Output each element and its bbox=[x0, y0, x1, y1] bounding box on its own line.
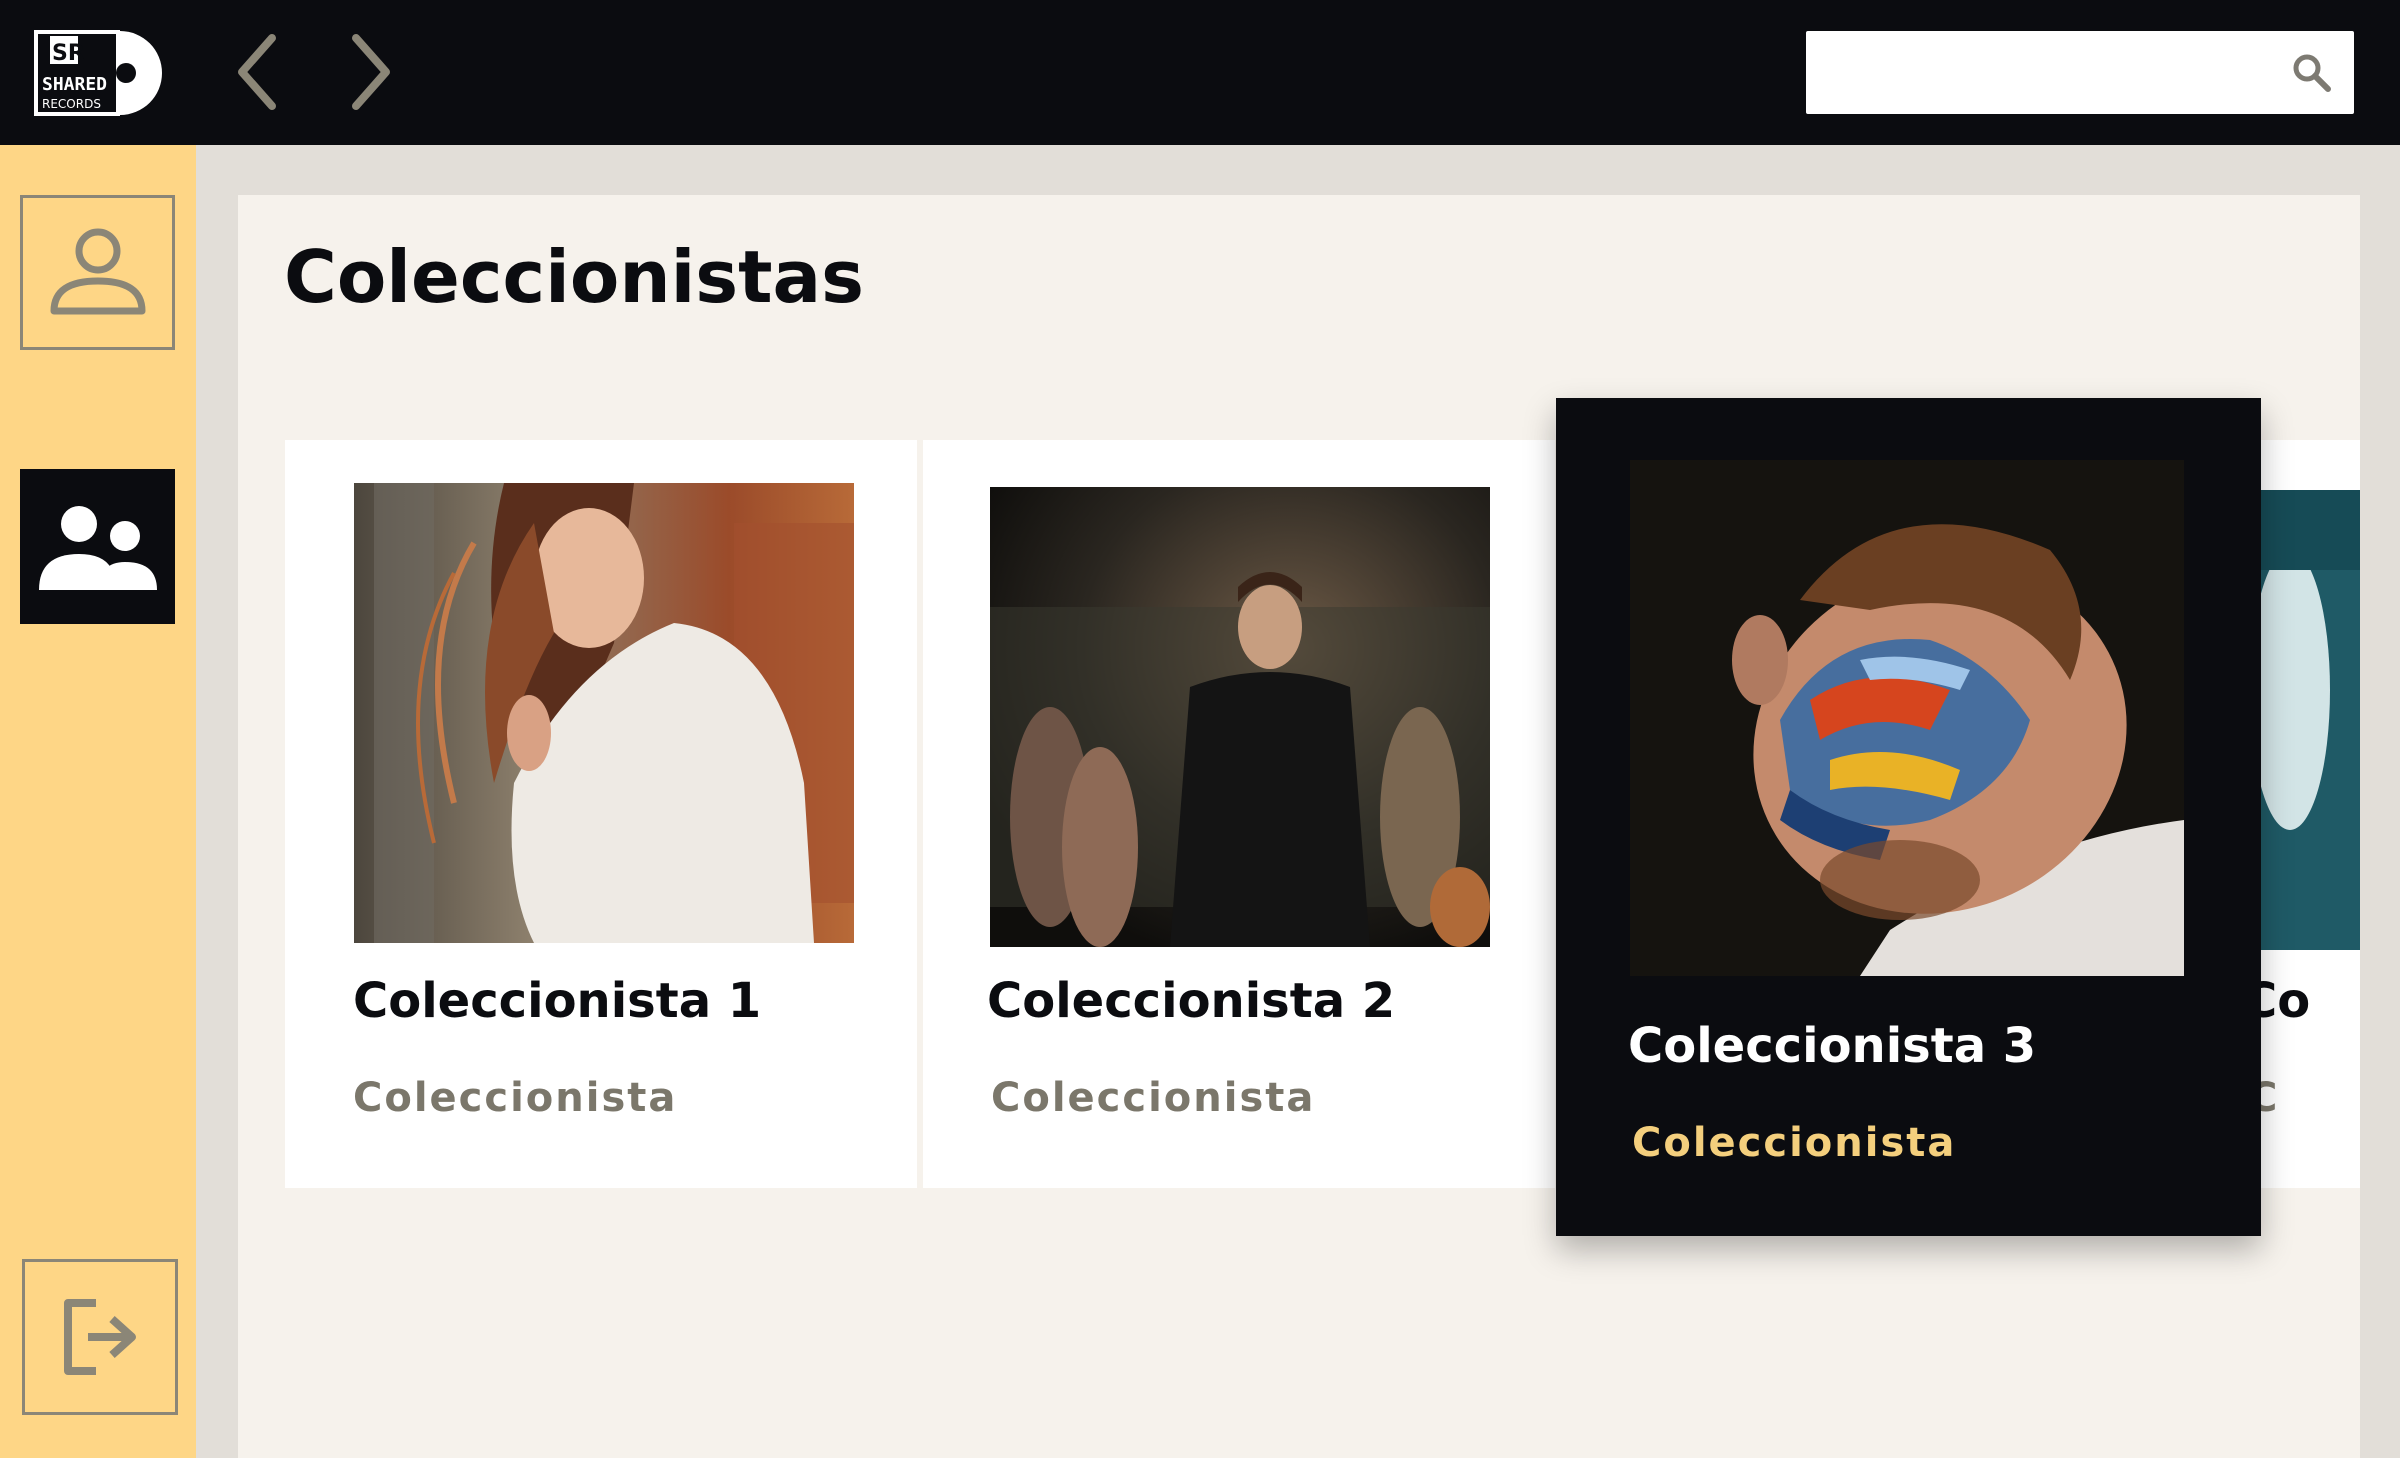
user-icon bbox=[50, 228, 145, 314]
search-box[interactable] bbox=[1806, 31, 2354, 114]
collector-card-selected[interactable]: Coleccionista 3 Coleccionista bbox=[1556, 398, 2261, 1236]
sidebar bbox=[0, 145, 196, 1458]
collector-name[interactable]: Coleccionista 1 bbox=[353, 973, 761, 1029]
svg-text:SR: SR bbox=[52, 41, 85, 66]
search-icon[interactable] bbox=[2290, 51, 2334, 95]
shared-records-logo[interactable]: SR SHARED RECORDS bbox=[34, 30, 162, 116]
back-button[interactable] bbox=[230, 32, 290, 112]
page-title: Coleccionistas bbox=[284, 235, 864, 319]
sidebar-item-logout[interactable] bbox=[22, 1259, 178, 1415]
collector-card[interactable]: Coleccionista 1 Coleccionista bbox=[285, 440, 917, 1188]
collector-name[interactable]: Coleccionista 2 bbox=[987, 973, 1395, 1029]
logout-icon bbox=[64, 1299, 136, 1375]
collector-photo bbox=[2250, 490, 2360, 950]
collector-name[interactable]: Coleccionista 3 bbox=[1628, 1018, 2036, 1074]
chevron-right-icon bbox=[352, 34, 390, 110]
users-icon bbox=[38, 505, 157, 590]
chevron-left-icon bbox=[238, 34, 276, 110]
top-bar: SR SHARED RECORDS bbox=[0, 0, 2400, 145]
svg-text:SHARED: SHARED bbox=[42, 74, 107, 95]
collector-role: Coleccionista bbox=[991, 1075, 1316, 1121]
collector-role: Coleccionista bbox=[353, 1075, 678, 1121]
collector-card[interactable]: Coleccionista 2 Coleccionista bbox=[923, 440, 1555, 1188]
collector-role: Coleccionista bbox=[1632, 1120, 1957, 1166]
sidebar-item-profile[interactable] bbox=[20, 195, 175, 350]
svg-text:RECORDS: RECORDS bbox=[42, 97, 101, 111]
search-input[interactable] bbox=[1806, 31, 2286, 114]
forward-button[interactable] bbox=[342, 32, 402, 112]
collector-photo bbox=[354, 483, 854, 943]
sidebar-item-collectors[interactable] bbox=[20, 469, 175, 624]
collector-photo bbox=[990, 487, 1490, 947]
collector-photo bbox=[1630, 460, 2184, 976]
